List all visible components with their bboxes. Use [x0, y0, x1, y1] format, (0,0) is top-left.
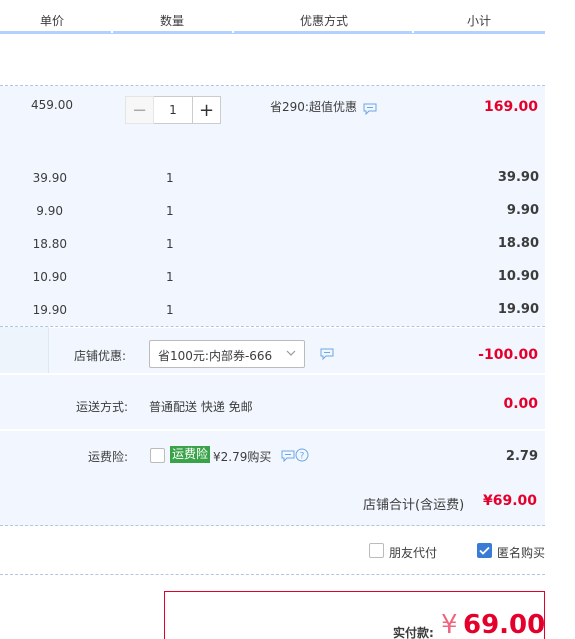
insurance-badge: 运费险 — [170, 446, 211, 463]
main-item-subtotal: 169.00 — [483, 99, 538, 115]
quantity-stepper[interactable]: − 1 + — [125, 96, 221, 124]
increase-button[interactable]: + — [192, 96, 221, 124]
store-total-label: 店铺合计(含运费) — [363, 498, 465, 513]
sub-item-subtotal: 9.90 — [506, 203, 539, 218]
payment-summary: 实付款: ¥ 69.00 — [164, 591, 545, 639]
sub-item-price: 10.90 — [32, 270, 67, 284]
promo-text: 省290:超值优惠 — [270, 100, 357, 114]
store-discount-amount: -100.00 — [478, 347, 538, 363]
coupon-select-value: 省100元:内部券-666 — [158, 349, 273, 363]
sub-item-qty: 1 — [166, 270, 174, 284]
friend-pay-label[interactable]: 朋友代付 — [389, 544, 437, 561]
quantity-input[interactable]: 1 — [154, 96, 192, 124]
shipping-label: 运送方式: — [75, 400, 128, 414]
currency-symbol: ¥ — [441, 610, 458, 639]
insurance-offer: ¥2.79购买 — [213, 450, 272, 464]
store-total-row: 店铺合计(含运费) ¥69.00 — [0, 474, 545, 526]
section-gutter — [0, 327, 48, 373]
divider — [0, 574, 545, 575]
store-discount-label: 店铺优惠: — [73, 349, 126, 363]
header-unit-price: 单价 — [40, 14, 65, 28]
shipping-amount: 0.00 — [503, 396, 538, 412]
sub-item-qty: 1 — [166, 171, 174, 185]
payment-label: 实付款: — [393, 626, 434, 639]
payment-amount: 69.00 — [463, 610, 546, 639]
help-icon[interactable]: ? — [295, 448, 309, 462]
shipping-method: 普通配送 快递 免邮 — [149, 400, 253, 414]
coupon-select[interactable]: 省100元:内部券-666 — [149, 340, 305, 368]
header-separator — [111, 30, 113, 33]
sub-item-subtotal: 18.80 — [497, 236, 539, 251]
header-separator — [412, 30, 414, 33]
sub-item-subtotal: 19.90 — [497, 302, 539, 317]
svg-text:?: ? — [300, 452, 305, 462]
sub-item-qty: 1 — [166, 237, 174, 251]
order-table-header: 单价 数量 优惠方式 小计 — [0, 0, 545, 34]
anonymous-checkbox[interactable] — [477, 543, 492, 558]
header-subtotal: 小计 — [467, 14, 492, 28]
chevron-down-icon — [286, 350, 296, 356]
header-discount-method: 优惠方式 — [300, 14, 349, 28]
friend-pay-checkbox[interactable] — [369, 543, 384, 558]
main-item-price: 459.00 — [31, 98, 73, 112]
sub-item-subtotal: 10.90 — [497, 269, 539, 284]
sub-item-price: 39.90 — [32, 171, 67, 185]
header-quantity: 数量 — [160, 14, 185, 28]
sub-item-price: 9.90 — [36, 204, 63, 218]
chat-icon[interactable] — [281, 450, 295, 462]
anonymous-label[interactable]: 匿名购买 — [497, 544, 545, 561]
chat-icon[interactable] — [320, 348, 334, 360]
check-icon — [479, 546, 490, 555]
divider — [48, 327, 49, 373]
insurance-checkbox[interactable] — [150, 448, 165, 463]
store-total-amount: ¥69.00 — [483, 493, 538, 509]
insurance-amount: 2.79 — [505, 449, 538, 464]
sub-item-subtotal: 39.90 — [497, 170, 539, 185]
sub-item-price: 19.90 — [32, 303, 67, 317]
decrease-button[interactable]: − — [125, 96, 154, 124]
sub-item-qty: 1 — [166, 303, 174, 317]
chat-icon[interactable] — [363, 103, 377, 115]
header-separator — [232, 30, 234, 33]
order-items — [0, 86, 545, 326]
sub-item-price: 18.80 — [32, 237, 67, 251]
sub-item-qty: 1 — [166, 204, 174, 218]
insurance-label: 运费险: — [87, 450, 128, 464]
